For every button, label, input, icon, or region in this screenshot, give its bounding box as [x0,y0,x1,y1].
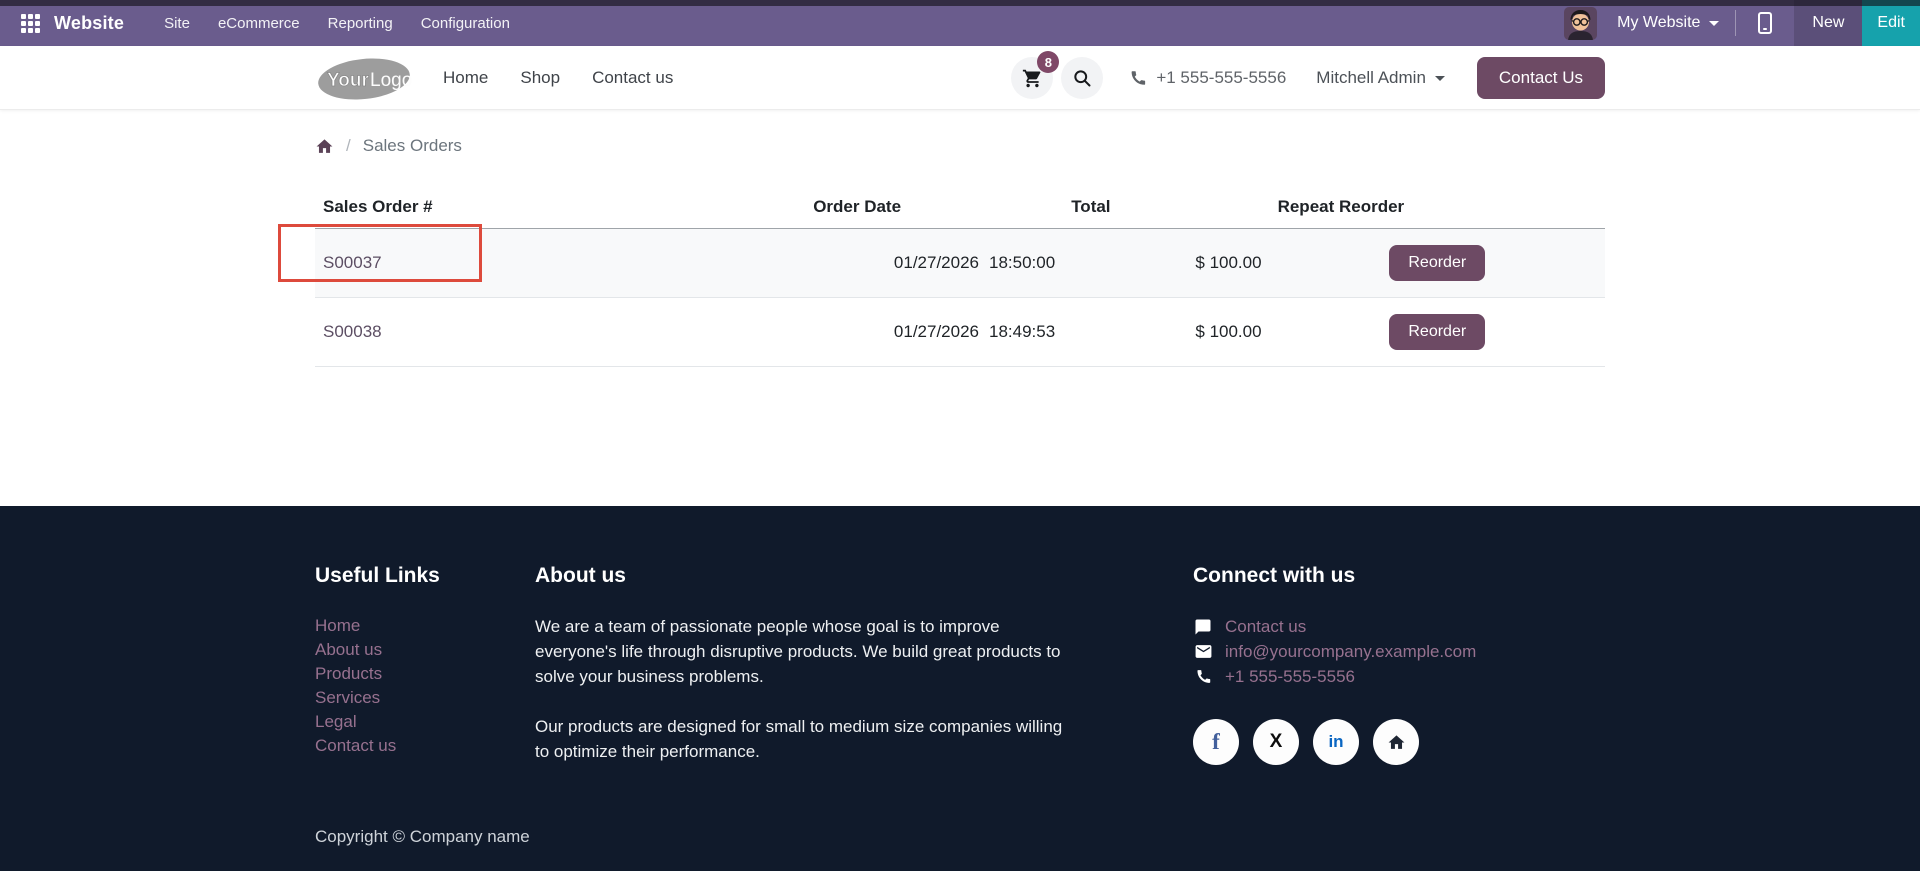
linkedin-icon: in [1328,732,1343,752]
footer-phone-link[interactable]: +1 555-555-5556 [1225,664,1355,689]
footer-link-services[interactable]: Services [315,686,535,710]
about-us-paragraph-1: We are a team of passionate people whose… [535,614,1075,689]
col-header-order-date: Order Date [805,188,1063,229]
col-header-sales-order: Sales Order # [315,188,805,229]
order-total-cell: $ 100.00 [1063,298,1269,367]
home-icon [1387,733,1406,752]
main-nav: Home Shop Contact us [443,68,673,88]
nav-contact-us[interactable]: Contact us [592,68,673,88]
search-button[interactable] [1061,57,1103,99]
reorder-button[interactable]: Reorder [1389,245,1485,281]
order-time: 18:49:53 [989,322,1055,342]
apps-grid-icon[interactable] [21,14,40,33]
mobile-icon [1758,12,1772,34]
breadcrumb: / Sales Orders [315,136,1605,156]
linkedin-button[interactable]: in [1313,719,1359,765]
social-links: f X in [1193,719,1605,765]
user-name: Mitchell Admin [1316,68,1426,88]
website-home-button[interactable] [1373,719,1419,765]
footer-link-about-us[interactable]: About us [315,638,535,662]
breadcrumb-current: Sales Orders [363,136,462,156]
menu-ecommerce[interactable]: eCommerce [204,0,314,46]
connect-heading: Connect with us [1193,564,1605,588]
edit-button[interactable]: Edit [1862,0,1920,46]
orders-table: Sales Order # Order Date Total Repeat Re… [315,188,1605,367]
header-phone-number: +1 555-555-5556 [1156,68,1286,88]
menu-reporting[interactable]: Reporting [314,0,407,46]
reorder-button[interactable]: Reorder [1389,314,1485,350]
new-button[interactable]: New [1794,0,1862,46]
editor-topbar: Website Site eCommerce Reporting Configu… [0,0,1920,46]
website-selector-label: My Website [1617,14,1700,32]
order-number-link[interactable]: S00037 [323,253,382,272]
menu-configuration[interactable]: Configuration [407,0,524,46]
order-time: 18:50:00 [989,253,1055,273]
order-date-cell: 01/27/2026 18:49:53 [805,298,1063,367]
site-footer: Useful Links Home About us Products Serv… [0,506,1920,871]
main-content: / Sales Orders Sales Order # Order Date … [0,110,1920,506]
footer-email-link[interactable]: info@yourcompany.example.com [1225,639,1476,664]
cart-button[interactable]: 8 [1011,57,1053,99]
about-us-paragraph-2: Our products are designed for small to m… [535,714,1075,764]
window-top-strip [0,0,1920,6]
avatar[interactable] [1564,7,1597,40]
copyright-text: Copyright © Company name [315,797,1605,871]
x-twitter-button[interactable]: X [1253,719,1299,765]
about-us-heading: About us [535,564,1075,588]
table-header-row: Sales Order # Order Date Total Repeat Re… [315,188,1605,229]
nav-home[interactable]: Home [443,68,488,88]
table-row: S00038 01/27/2026 18:49:53 $ 100.00 Reord… [315,298,1605,367]
facebook-icon: f [1212,729,1220,755]
col-header-repeat-reorder: Repeat Reorder [1270,188,1605,229]
table-row: S00037 01/27/2026 18:50:00 $ 100.00 Reord… [315,229,1605,298]
order-number-link[interactable]: S00038 [323,322,382,341]
chevron-down-icon [1435,76,1445,81]
orders-table-wrap: Sales Order # Order Date Total Repeat Re… [315,188,1605,367]
breadcrumb-separator: / [346,136,351,156]
order-date: 01/27/2026 [894,253,979,272]
envelope-icon [1193,642,1213,661]
svg-text:Logo: Logo [370,70,412,91]
breadcrumb-home-link[interactable] [315,137,334,156]
cart-icon [1022,68,1043,89]
chevron-down-icon [1709,21,1719,26]
search-icon [1072,68,1092,88]
phone-icon [1193,668,1213,685]
app-name[interactable]: Website [54,13,124,34]
chat-bubble-icon [1193,618,1213,636]
x-twitter-icon: X [1270,731,1283,753]
menu-site[interactable]: Site [150,0,204,46]
footer-link-home[interactable]: Home [315,614,535,638]
nav-shop[interactable]: Shop [520,68,560,88]
useful-links-list: Home About us Products Services Legal Co… [315,614,535,758]
site-header: Your Logo Home Shop Contact us 8 [0,46,1920,110]
footer-link-legal[interactable]: Legal [315,710,535,734]
site-logo[interactable]: Your Logo [315,55,413,101]
footer-contact-us-link[interactable]: Contact us [1225,614,1306,639]
header-phone-link[interactable]: +1 555-555-5556 [1129,68,1286,88]
svg-text:Your: Your [327,70,369,91]
user-dropdown[interactable]: Mitchell Admin [1316,68,1445,88]
footer-link-products[interactable]: Products [315,662,535,686]
order-total-cell: $ 100.00 [1063,229,1269,298]
home-icon [315,137,334,156]
order-date: 01/27/2026 [894,322,979,341]
order-date-cell: 01/27/2026 18:50:00 [805,229,1063,298]
cart-count-badge: 8 [1037,51,1059,73]
website-selector[interactable]: My Website [1611,0,1735,46]
contact-us-button[interactable]: Contact Us [1477,57,1605,99]
footer-link-contact-us[interactable]: Contact us [315,734,535,758]
mobile-preview-button[interactable] [1736,0,1794,46]
useful-links-heading: Useful Links [315,564,535,588]
phone-icon [1129,69,1147,87]
col-header-total: Total [1063,188,1269,229]
facebook-button[interactable]: f [1193,719,1239,765]
